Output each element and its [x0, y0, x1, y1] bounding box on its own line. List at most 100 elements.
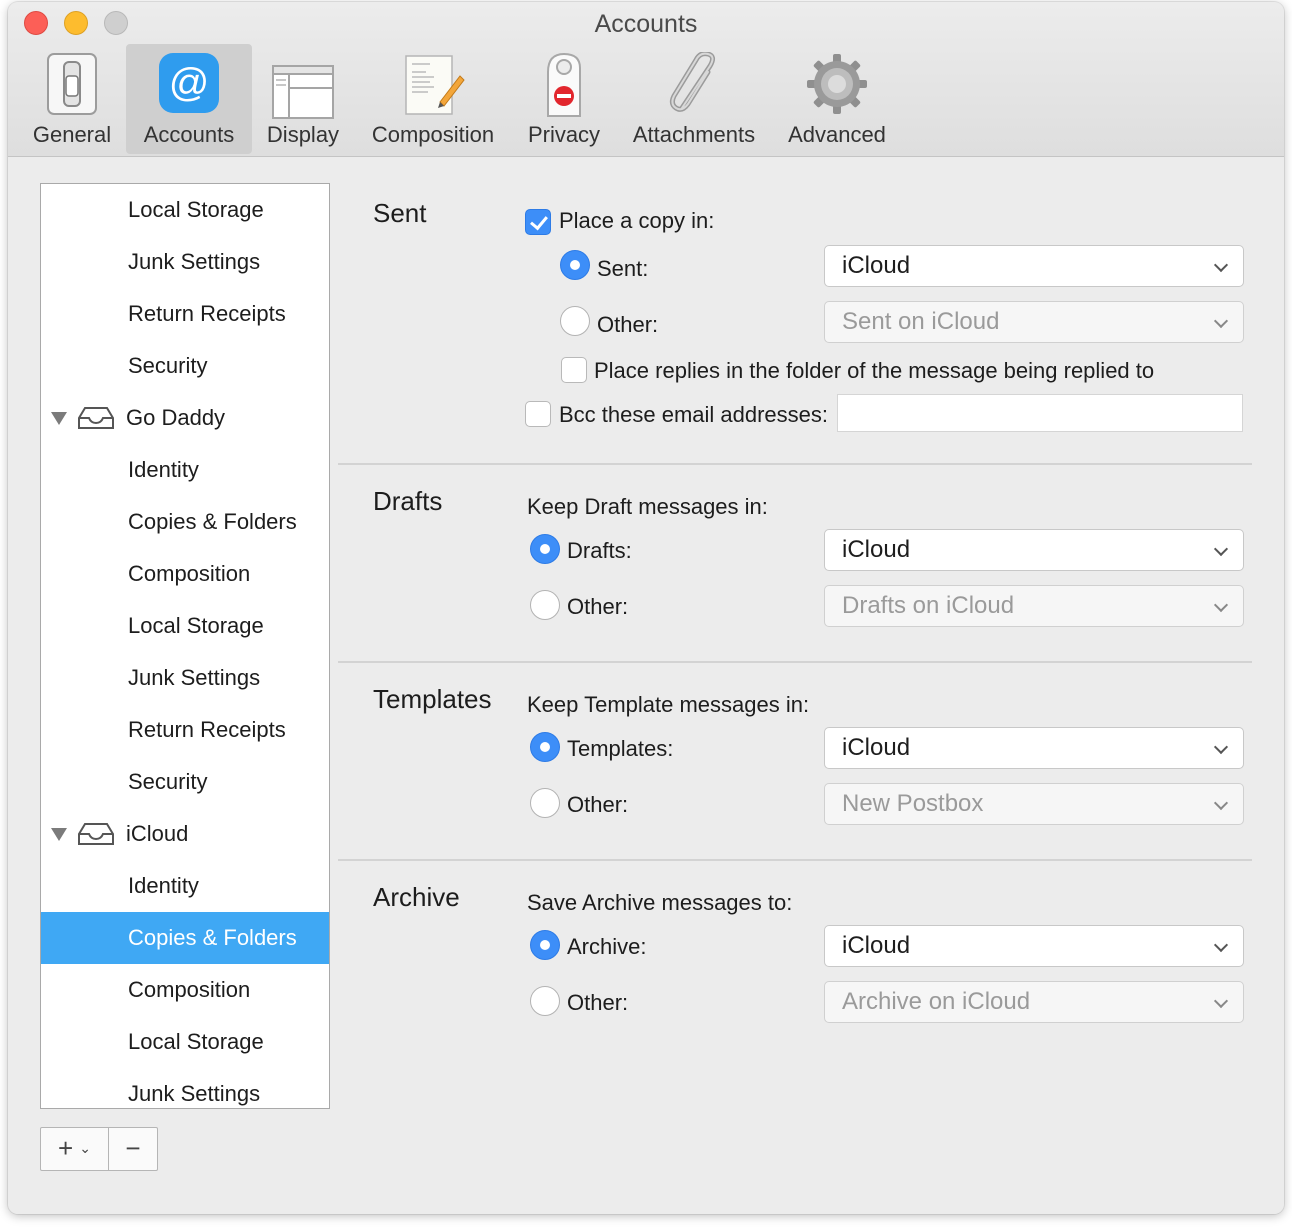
select-value: iCloud	[842, 252, 911, 279]
at-sign-icon: @	[159, 53, 219, 113]
disclosure-triangle-icon[interactable]	[51, 412, 67, 425]
sidebar-item-security[interactable]: Security	[41, 756, 329, 808]
sent-other-radio[interactable]	[560, 306, 590, 336]
window-layout-icon	[272, 65, 334, 119]
archive-mailbox-select[interactable]: iCloud	[824, 925, 1244, 967]
templates-other-select[interactable]: New Postbox	[824, 783, 1244, 825]
drafts-radio[interactable]	[530, 534, 560, 564]
sidebar-item-identity[interactable]: Identity	[41, 860, 329, 912]
section-divider	[338, 661, 1252, 663]
chevron-down-icon	[1213, 739, 1229, 755]
sidebar-account-label: Go Daddy	[126, 405, 226, 430]
place-copy-label: Place a copy in:	[559, 208, 715, 233]
preferences-window: Accounts General @ Accounts Display Comp…	[8, 2, 1284, 1214]
toolbar-display[interactable]: Display	[260, 44, 346, 154]
chevron-down-icon	[1213, 993, 1229, 1009]
chevron-down-icon: ⌄	[79, 1140, 91, 1156]
chevron-down-icon	[1213, 541, 1229, 557]
toolbar-composition[interactable]: Composition	[370, 44, 496, 154]
remove-account-button[interactable]: −	[109, 1128, 157, 1170]
sidebar-item-return-receipts[interactable]: Return Receipts	[41, 288, 329, 340]
titlebar: Accounts General @ Accounts Display Comp…	[8, 2, 1284, 157]
sent-other-select[interactable]: Sent on iCloud	[824, 301, 1244, 343]
archive-keep-label: Save Archive messages to:	[527, 890, 793, 915]
templates-radio-label: Templates:	[567, 736, 674, 761]
sidebar-account-icloud[interactable]: iCloud	[41, 808, 329, 860]
sidebar-item-label: Identity	[128, 873, 199, 898]
archive-radio[interactable]	[530, 930, 560, 960]
chevron-down-icon	[1213, 257, 1229, 273]
sidebar-item-label: Junk Settings	[128, 1081, 261, 1106]
sidebar-item-label: Composition	[128, 561, 251, 586]
place-copy-checkbox[interactable]	[525, 209, 551, 235]
chevron-down-icon	[1213, 313, 1229, 329]
sidebar-item-local-storage[interactable]: Local Storage	[41, 1016, 329, 1068]
toolbar-general-label: General	[32, 122, 112, 147]
sidebar-item-copies-folders-selected[interactable]: Copies & Folders	[41, 912, 329, 964]
drafts-section-title: Drafts	[373, 486, 443, 516]
toolbar-accounts[interactable]: @ Accounts	[126, 44, 252, 154]
templates-other-radio[interactable]	[530, 788, 560, 818]
bcc-address-field[interactable]	[837, 394, 1243, 432]
toolbar-privacy-label: Privacy	[527, 122, 601, 147]
content-area: Local Storage Junk Settings Return Recei…	[8, 158, 1284, 1214]
plus-icon: +	[58, 1133, 74, 1163]
templates-other-label: Other:	[567, 792, 629, 817]
toolbar-composition-label: Composition	[371, 122, 495, 147]
sidebar-item-junk-settings[interactable]: Junk Settings	[41, 236, 329, 288]
sidebar-item-label: Return Receipts	[128, 717, 286, 742]
sidebar-item-security[interactable]: Security	[41, 340, 329, 392]
sent-radio[interactable]	[560, 250, 590, 280]
sidebar-item-label: Local Storage	[128, 1029, 264, 1054]
window-title: Accounts	[594, 10, 698, 38]
templates-radio[interactable]	[530, 732, 560, 762]
minus-icon: −	[125, 1133, 141, 1163]
sidebar-item-label: Copies & Folders	[128, 509, 297, 534]
chevron-down-icon	[1213, 937, 1229, 953]
sidebar-item-label: Identity	[128, 457, 199, 482]
letter-pencil-icon	[405, 55, 465, 115]
add-account-button[interactable]: + ⌄	[41, 1128, 109, 1170]
sidebar-item-label: Composition	[128, 977, 251, 1002]
archive-other-radio[interactable]	[530, 986, 560, 1016]
sidebar-item-copies-folders[interactable]: Copies & Folders	[41, 496, 329, 548]
sidebar-item-junk-settings[interactable]: Junk Settings	[41, 652, 329, 704]
sidebar-item-composition[interactable]: Composition	[41, 548, 329, 600]
sent-mailbox-select[interactable]: iCloud	[824, 245, 1244, 287]
sidebar-item-local-storage[interactable]: Local Storage	[41, 184, 329, 236]
drafts-other-select[interactable]: Drafts on iCloud	[824, 585, 1244, 627]
drafts-other-label: Other:	[567, 594, 629, 619]
templates-mailbox-select[interactable]: iCloud	[824, 727, 1244, 769]
toolbar-attachments[interactable]: Attachments	[628, 44, 760, 154]
sidebar-item-composition[interactable]: Composition	[41, 964, 329, 1016]
sidebar-item-label: Return Receipts	[128, 301, 286, 326]
paperclip-icon	[669, 52, 716, 112]
toolbar-general[interactable]: General	[22, 44, 122, 154]
toolbar-advanced-label: Advanced	[788, 122, 886, 147]
disclosure-triangle-icon[interactable]	[51, 828, 67, 841]
sidebar-item-junk-settings[interactable]: Junk Settings	[41, 1068, 329, 1108]
drafts-other-radio[interactable]	[530, 590, 560, 620]
templates-keep-label: Keep Template messages in:	[527, 692, 810, 717]
archive-other-select[interactable]: Archive on iCloud	[824, 981, 1244, 1023]
drafts-mailbox-select[interactable]: iCloud	[824, 529, 1244, 571]
sidebar-item-return-receipts[interactable]: Return Receipts	[41, 704, 329, 756]
sidebar-item-identity[interactable]: Identity	[41, 444, 329, 496]
archive-other-label: Other:	[567, 990, 629, 1015]
svg-text:@: @	[169, 61, 210, 105]
section-divider	[338, 463, 1252, 465]
place-replies-checkbox[interactable]	[561, 357, 587, 383]
inbox-tray-icon	[78, 407, 114, 429]
account-sidebar[interactable]: Local Storage Junk Settings Return Recei…	[40, 183, 330, 1109]
toolbar-advanced[interactable]: Advanced	[780, 44, 894, 154]
sidebar-item-label: Local Storage	[128, 197, 264, 222]
sidebar-account-go-daddy[interactable]: Go Daddy	[41, 392, 329, 444]
sidebar-item-local-storage[interactable]: Local Storage	[41, 600, 329, 652]
sent-radio-label: Sent:	[597, 256, 649, 281]
section-divider	[338, 859, 1252, 861]
toolbar-privacy[interactable]: Privacy	[522, 44, 606, 154]
bcc-checkbox[interactable]	[525, 401, 551, 427]
select-value: New Postbox	[842, 790, 984, 817]
toolbar-display-label: Display	[266, 122, 340, 147]
sidebar-button-group: + ⌄ −	[40, 1127, 158, 1171]
